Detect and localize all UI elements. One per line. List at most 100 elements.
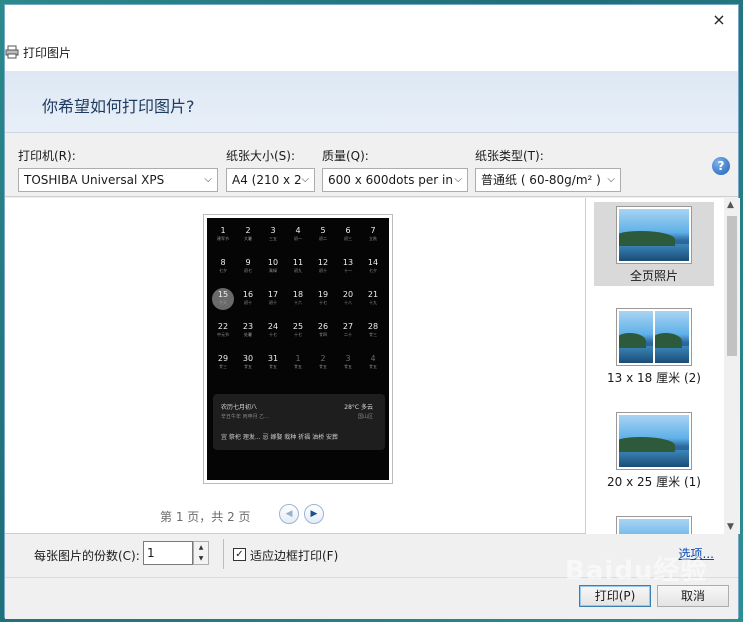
day-lunar: 初七 (244, 268, 252, 273)
day-lunar: 七夕 (219, 268, 227, 273)
calendar-day: 1 廿五 (286, 354, 310, 370)
day-number: 2 (245, 226, 251, 235)
calendar-day: 20 十八 (336, 290, 360, 306)
day-lunar: 处暑 (244, 332, 252, 337)
calendar-day: 11 初九 (286, 258, 310, 274)
chevron-down-icon: ⌵ (301, 174, 309, 185)
help-icon[interactable]: ? (712, 157, 730, 175)
calendar-day: 28 廿三 (361, 322, 385, 338)
layout-item-20x25[interactable]: 20 x 25 厘米 (1) (594, 412, 714, 498)
day-number: 28 (367, 322, 379, 331)
scrollbar-thumb[interactable] (727, 216, 737, 356)
day-lunar: 十七 (294, 332, 302, 337)
day-lunar: 廿五 (269, 364, 277, 369)
copies-input[interactable]: 1 (143, 541, 193, 565)
weather-text: 28°C 多云 (344, 404, 373, 411)
calendar-day: 6 初三 (336, 226, 360, 242)
day-lunar: 十六 (294, 300, 302, 305)
day-lunar: 建军节 (217, 236, 229, 241)
paper-size-select[interactable]: A4 (210 x 2 ⌵ (226, 168, 315, 192)
printer-value: TOSHIBA Universal XPS (24, 173, 165, 187)
chevron-down-icon: ⌵ (607, 174, 615, 185)
preview-area: 农历七月初八 辛丑牛年 丙申月 乙... 28°C 多云 国山区 宜 祭祀 理发… (5, 198, 740, 534)
calendar-day: 31 廿五 (261, 354, 285, 370)
day-lunar: 初一 (294, 236, 302, 241)
day-lunar: 十七 (269, 332, 277, 337)
prev-page-button[interactable]: ◀ (279, 504, 299, 524)
day-number: 13 (342, 258, 354, 267)
lunar-card: 农历七月初八 辛丑牛年 丙申月 乙... 28°C 多云 国山区 宜 祭祀 理发… (213, 394, 385, 450)
day-lunar: 大暑 (244, 236, 252, 241)
paper-size-label: 纸张大小(S): (226, 149, 296, 163)
day-number: 9 (245, 258, 251, 267)
window-title: 打印图片 (23, 46, 72, 60)
calendar-day: 4 廿五 (361, 354, 385, 370)
calendar-day: 29 廿三 (211, 354, 235, 370)
layout-item-full-page[interactable]: 全页照片 (594, 202, 714, 286)
layout-label: 13 x 18 厘米 (2) (607, 371, 701, 385)
day-number: 14 (367, 258, 379, 267)
printer-icon (5, 45, 19, 59)
day-lunar: 乘绿 (269, 268, 277, 273)
copies-stepper[interactable]: ▲ ▼ (193, 541, 209, 565)
day-number: 23 (242, 322, 254, 331)
footer: 每张图片的份数(C): 1 ▲ ▼ ✓ 适应边框打印(F) 选项... 打印(P… (5, 535, 738, 619)
layout-item-13x18[interactable]: 13 x 18 厘米 (2) (594, 308, 714, 394)
calendar-day: 2 大暑 (236, 226, 260, 242)
day-number: 22 (217, 322, 229, 331)
calendar-day: 12 初十 (311, 258, 335, 274)
calendar-day: 14 七夕 (361, 258, 385, 274)
district-text: 国山区 (357, 414, 373, 420)
calendar-day: 9 初七 (236, 258, 260, 274)
paper-type-select[interactable]: 普通纸 ( 60-80g/m² ) ⌵ (475, 168, 621, 192)
day-lunar: 初九 (294, 268, 302, 273)
print-button[interactable]: 打印(P) (579, 585, 651, 607)
day-lunar: 中元节 (217, 332, 229, 337)
day-number: 12 (317, 258, 329, 267)
stepper-down-icon[interactable]: ▼ (194, 553, 208, 564)
scroll-down-icon[interactable]: ▼ (727, 522, 734, 532)
day-lunar: 廿五 (294, 364, 302, 369)
options-link[interactable]: 选项... (679, 545, 714, 562)
printer-select[interactable]: TOSHIBA Universal XPS ⌵ (18, 168, 218, 192)
calendar-day: 30 廿五 (236, 354, 260, 370)
day-number: 29 (217, 354, 229, 363)
stepper-up-icon[interactable]: ▲ (194, 542, 208, 553)
next-page-button[interactable]: ▶ (304, 504, 324, 524)
paper-type-value: 普通纸 ( 60-80g/m² ) (481, 173, 601, 187)
calendar-day: 8 七夕 (211, 258, 235, 274)
print-settings: 打印机(R): TOSHIBA Universal XPS ⌵ 纸张大小(S):… (5, 133, 738, 197)
calendar-day: 3 廿五 (336, 354, 360, 370)
day-lunar: 三五 (269, 236, 277, 241)
calendar-day: 17 初十 (261, 290, 285, 306)
day-lunar: 初十 (269, 300, 277, 305)
day-number: 3 (270, 226, 276, 235)
lunar-date: 农历七月初八 (221, 404, 258, 411)
day-lunar: 廿五 (369, 364, 377, 369)
calendar-day: 7 立秋 (361, 226, 385, 242)
divider (223, 539, 224, 569)
scroll-up-icon[interactable]: ▲ (727, 200, 734, 210)
day-lunar: 七夕 (369, 268, 377, 273)
fit-frame-checkbox[interactable]: ✓ (233, 548, 246, 561)
paper-size-value: A4 (210 x 2 (232, 173, 302, 187)
landscape-image (619, 311, 653, 363)
day-lunar: 廿三 (369, 332, 377, 337)
calendar-day: 18 十六 (286, 290, 310, 306)
chevron-down-icon: ⌵ (454, 174, 462, 185)
close-icon[interactable]: × (710, 11, 728, 29)
calendar-day: 26 廿四 (311, 322, 335, 338)
calendar-day: 16 初十 (236, 290, 260, 306)
page-indicator: 第 1 页，共 2 页 (160, 510, 251, 524)
layout-scrollbar[interactable]: ▲ ▼ (724, 198, 740, 534)
calendar-day: 19 十七 (311, 290, 335, 306)
day-lunar: 初十 (244, 300, 252, 305)
preview-image: 农历七月初八 辛丑牛年 丙申月 乙... 28°C 多云 国山区 宜 祭祀 理发… (207, 218, 389, 480)
quality-select[interactable]: 600 x 600dots per in ⌵ (322, 168, 468, 192)
fit-frame-label[interactable]: 适应边框打印(F) (250, 547, 338, 564)
day-lunar: 十八 (344, 300, 352, 305)
calendar-day: 21 十九 (361, 290, 385, 306)
day-number: 15 (217, 290, 229, 299)
cancel-button[interactable]: 取消 (657, 585, 729, 607)
layout-item-next[interactable] (594, 516, 714, 534)
